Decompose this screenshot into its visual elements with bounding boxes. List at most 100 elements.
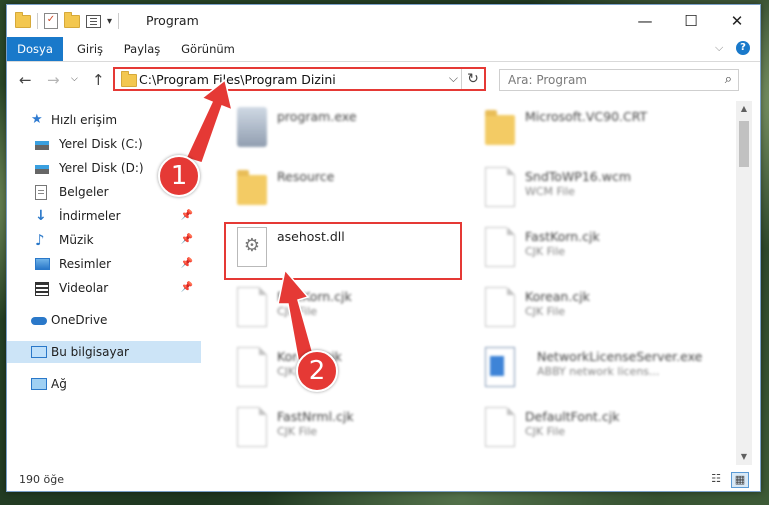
file-type: CJK File: [277, 305, 318, 318]
customize-toolbar-chevron-icon[interactable]: ▾: [107, 16, 112, 27]
chevron-down-icon[interactable]: ⌵: [715, 41, 723, 55]
sidebar-item-label: Bu bilgisayar: [51, 345, 129, 359]
disk-icon: [35, 162, 49, 174]
list-item[interactable]: DefaultFont.cjk CJK File: [479, 401, 719, 455]
scrollbar-thumb[interactable]: [739, 121, 749, 167]
minimize-button[interactable]: —: [622, 5, 668, 37]
list-item[interactable]: Resource: [231, 161, 471, 215]
onedrive-icon: [31, 317, 47, 325]
sidebar-item-label: Ağ: [51, 377, 67, 391]
help-button[interactable]: ?: [736, 41, 750, 55]
search-input[interactable]: Ara: Program ⌕: [499, 69, 739, 91]
up-arrow-icon[interactable]: ↑: [92, 71, 105, 89]
star-icon: ★: [31, 112, 43, 127]
sidebar-item-music[interactable]: ♪ Müzik 📌: [7, 229, 201, 251]
chevron-down-icon[interactable]: ⌵: [449, 71, 458, 86]
scroll-down-icon[interactable]: ▼: [736, 449, 752, 465]
sidebar-item-onedrive[interactable]: OneDrive: [7, 309, 201, 331]
list-item[interactable]: FastKorn.cjk CJK File: [231, 281, 471, 335]
downloads-icon: ↓: [35, 208, 47, 224]
maximize-button[interactable]: ☐: [668, 5, 714, 37]
sidebar-item-label: Hızlı erişim: [51, 113, 118, 127]
sidebar-item-pictures[interactable]: Resimler 📌: [7, 253, 201, 275]
pin-icon[interactable]: 📌: [181, 205, 193, 227]
file-name: FastKorn.cjk: [277, 289, 352, 304]
list-item[interactable]: FastNrml.cjk CJK File: [231, 401, 471, 455]
folder-icon: [15, 11, 31, 28]
tab-home[interactable]: Giriş: [69, 37, 111, 61]
sidebar-item-label: Müzik: [59, 233, 94, 247]
file-type: CJK File: [277, 425, 318, 438]
address-bar[interactable]: C:\Program Files\Program Dizini ⌵ ↻: [113, 67, 486, 91]
pin-icon[interactable]: 📌: [181, 277, 193, 299]
list-item[interactable]: NetworkLicenseServer.exe ABBY network li…: [479, 341, 719, 395]
sidebar-item-this-pc[interactable]: Bu bilgisayar: [7, 341, 201, 363]
recent-locations-chevron-icon[interactable]: ⌵: [71, 74, 78, 84]
back-arrow-icon[interactable]: ←: [19, 71, 32, 89]
list-item[interactable]: Microsoft.VC90.CRT: [479, 101, 719, 155]
list-item[interactable]: SndToWP16.wcm WCM File: [479, 161, 719, 215]
folder-icon: [237, 170, 267, 205]
file-icon: [485, 167, 515, 207]
file-name: FastKorn.cjk: [525, 229, 600, 244]
tab-share[interactable]: Paylaş: [119, 37, 165, 61]
refresh-icon[interactable]: ↻: [461, 69, 484, 89]
scroll-up-icon[interactable]: ▲: [736, 101, 752, 117]
forward-arrow-icon[interactable]: →: [47, 71, 60, 89]
sidebar-item-local-disk-c[interactable]: Yerel Disk (C:): [7, 133, 201, 155]
status-bar: 190 öğe ☷ ▦: [7, 467, 760, 491]
vertical-scrollbar[interactable]: ▲ ▼: [736, 101, 752, 465]
file-icon: [237, 347, 267, 387]
videos-icon: [35, 282, 49, 296]
file-icon: [237, 407, 267, 447]
pictures-icon: [35, 258, 50, 270]
file-name: Resource: [277, 169, 335, 184]
large-icons-view-icon[interactable]: ▦: [731, 472, 749, 488]
sidebar-item-network[interactable]: Ağ: [7, 373, 201, 395]
file-name: SndToWP16.wcm: [525, 169, 631, 184]
close-button[interactable]: ✕: [714, 5, 760, 37]
search-placeholder: Ara: Program: [508, 73, 587, 87]
sidebar-item-downloads[interactable]: ↓ İndirmeler 📌: [7, 205, 201, 227]
callout-2-badge: 2: [296, 350, 338, 392]
this-pc-icon: [31, 346, 47, 358]
list-item[interactable]: Korean.cjk CJK File: [231, 341, 471, 395]
music-icon: ♪: [35, 231, 45, 249]
file-name: DefaultFont.cjk: [525, 409, 620, 424]
window-title: Program: [146, 13, 199, 28]
list-item[interactable]: program.exe: [231, 101, 471, 155]
pin-icon[interactable]: 📌: [181, 229, 193, 251]
sidebar-item-label: İndirmeler: [59, 209, 121, 223]
file-icon: [485, 407, 515, 447]
file-type: ABBY network licens...: [537, 365, 660, 378]
pin-icon[interactable]: 📌: [181, 253, 193, 275]
sidebar-item-label: Yerel Disk (D:): [59, 161, 144, 175]
sidebar-item-label: Yerel Disk (C:): [59, 137, 143, 151]
sidebar-item-videos[interactable]: Videolar 📌: [7, 277, 201, 299]
sidebar-item-quick-access[interactable]: ★ Hızlı erişim: [7, 109, 201, 131]
callout-1-badge: 1: [158, 155, 200, 197]
folder-icon: [121, 71, 137, 87]
details-view-icon[interactable]: ☷: [708, 472, 724, 486]
address-path[interactable]: C:\Program Files\Program Dizini: [139, 72, 336, 87]
highlight-box-dll: [224, 222, 462, 280]
list-item[interactable]: Korean.cjk CJK File: [479, 281, 719, 335]
file-type: WCM File: [525, 185, 575, 198]
file-name: FastNrml.cjk: [277, 409, 354, 424]
view-options-icon[interactable]: [86, 14, 101, 28]
ribbon-tabs: Dosya Giriş Paylaş Görünüm ⌵ ?: [7, 37, 760, 62]
file-name: program.exe: [277, 109, 357, 124]
sidebar-item-label: Belgeler: [59, 185, 109, 199]
file-type: CJK File: [525, 425, 566, 438]
tab-view[interactable]: Görünüm: [177, 37, 239, 61]
folder-icon: [485, 110, 515, 145]
list-item[interactable]: FastKorn.cjk CJK File: [479, 221, 719, 275]
search-icon[interactable]: ⌕: [725, 72, 732, 87]
sidebar-item-label: OneDrive: [51, 313, 108, 327]
tab-file[interactable]: Dosya: [7, 37, 63, 61]
properties-icon[interactable]: ✓: [44, 13, 58, 29]
new-folder-icon[interactable]: [64, 11, 80, 28]
navigation-bar: ← → ⌵ ↑ C:\Program Files\Program Dizini …: [7, 62, 760, 100]
toolbar-separator: [118, 13, 120, 29]
file-name: Microsoft.VC90.CRT: [525, 109, 648, 124]
